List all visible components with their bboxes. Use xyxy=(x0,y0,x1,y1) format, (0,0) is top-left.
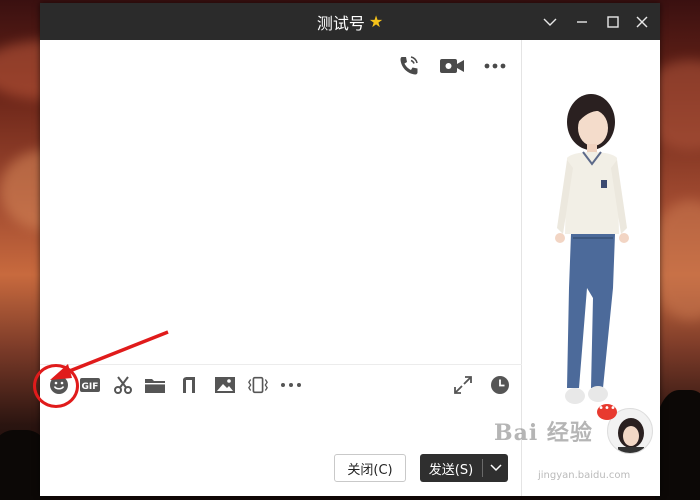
watermark-url: jingyan.baidu.com xyxy=(538,470,631,481)
more-icon[interactable] xyxy=(280,374,302,396)
more-icon[interactable] xyxy=(483,62,507,70)
chevron-down-icon[interactable] xyxy=(535,3,565,40)
send-button-label: 发送(S) xyxy=(428,462,474,478)
chat-message-area: GIF 关闭(C) 发送(S) xyxy=(40,40,522,496)
music-note-icon[interactable] xyxy=(178,374,200,396)
close-button[interactable]: 关闭(C) xyxy=(334,454,406,482)
minimize-icon[interactable] xyxy=(567,3,597,40)
video-call-icon[interactable] xyxy=(439,56,465,76)
phone-call-icon[interactable] xyxy=(397,54,421,78)
titlebar: 测试号 ★ xyxy=(40,3,660,40)
annotation-arrow xyxy=(50,330,169,380)
send-options-dropdown[interactable] xyxy=(483,454,508,482)
chat-bubble-icon[interactable]: ••• xyxy=(597,404,617,420)
image-icon[interactable] xyxy=(214,374,236,396)
maximize-icon[interactable] xyxy=(598,3,628,40)
expand-icon[interactable] xyxy=(452,374,474,396)
star-icon: ★ xyxy=(368,11,384,31)
watermark-logo: Bai 经验 xyxy=(494,420,593,446)
call-actions xyxy=(397,54,507,78)
close-icon[interactable] xyxy=(627,3,657,40)
chevron-down-icon xyxy=(489,464,502,472)
history-clock-icon[interactable] xyxy=(489,374,511,396)
shake-window-icon[interactable] xyxy=(247,374,269,396)
send-button[interactable]: 发送(S) xyxy=(420,454,508,482)
avatar-show-figure xyxy=(555,94,629,404)
window-title: 测试号 xyxy=(316,13,365,33)
